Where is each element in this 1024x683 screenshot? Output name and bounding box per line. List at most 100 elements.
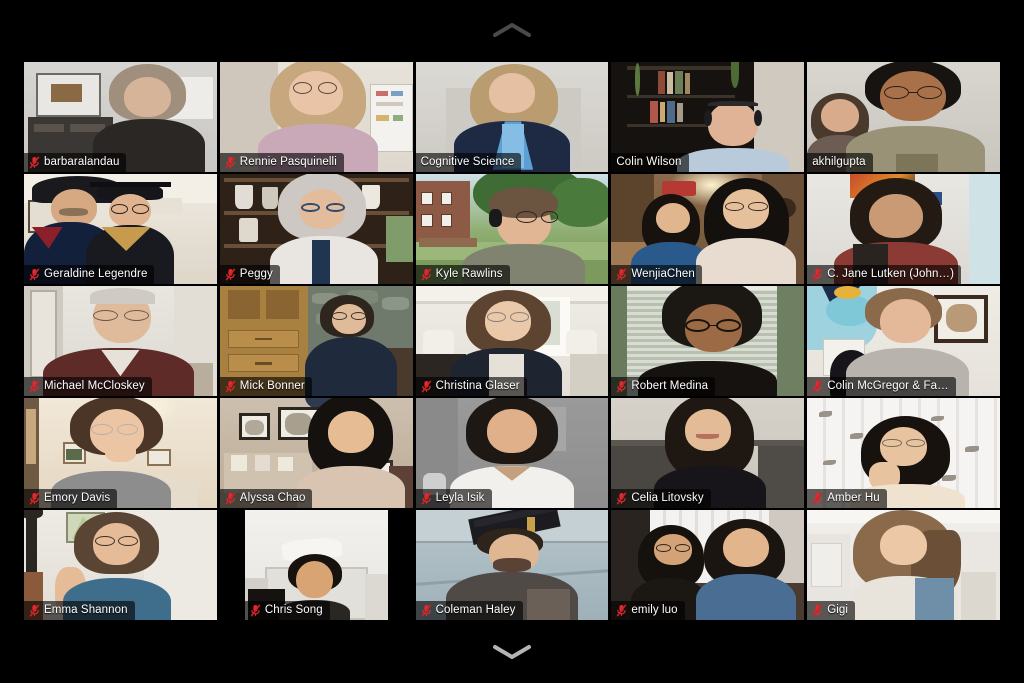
participant-name: Peggy	[239, 268, 273, 280]
muted-mic-icon	[250, 603, 261, 617]
muted-mic-icon	[29, 491, 40, 505]
participant-tile[interactable]: Alyssa Chao	[219, 398, 413, 508]
participant-tile[interactable]: Gigi	[807, 510, 1000, 620]
participant-tile[interactable]: Kyle Rawlins	[415, 174, 609, 284]
participant-name: Colin Wilson	[616, 156, 682, 168]
participant-grid: barbaralandau Rennie Pasquinelli Cognitive…	[24, 62, 1000, 620]
participant-tile[interactable]: Robert Medina	[611, 286, 805, 396]
muted-mic-icon	[225, 267, 236, 281]
participant-tile[interactable]: Geraldine Legendre	[24, 174, 217, 284]
participant-tile[interactable]: Christina Glaser	[415, 286, 609, 396]
participant-name-label: akhilgupta	[807, 153, 873, 172]
participant-tile[interactable]: Emory Davis	[24, 398, 217, 508]
participant-name-label: Leyla Isik	[415, 489, 492, 508]
participant-name-label: Celia Litovsky	[611, 489, 711, 508]
zoom-gallery-view: barbaralandau Rennie Pasquinelli Cognitive…	[0, 0, 1024, 683]
participant-name: Emma Shannon	[44, 604, 128, 616]
muted-mic-icon	[616, 267, 627, 281]
participant-name: Alyssa Chao	[239, 492, 306, 504]
participant-name: Chris Song	[264, 604, 323, 616]
participant-name-label: Peggy	[219, 265, 280, 284]
participant-tile[interactable]: Michael McCloskey	[24, 286, 217, 396]
muted-mic-icon	[616, 379, 627, 393]
participant-name-label: WenjiaChen	[611, 265, 702, 284]
participant-name: Robert Medina	[631, 380, 709, 392]
participant-name: WenjiaChen	[631, 268, 695, 280]
participant-name-label: Robert Medina	[611, 377, 716, 396]
participant-name: akhilgupta	[812, 156, 866, 168]
muted-mic-icon	[421, 267, 431, 281]
muted-mic-icon	[421, 491, 431, 505]
chevron-up-icon	[493, 23, 531, 37]
participant-name: Leyla Isik	[435, 492, 485, 504]
chevron-down-icon	[493, 645, 531, 659]
muted-mic-icon	[225, 379, 236, 393]
participant-name-label: Alyssa Chao	[219, 489, 313, 508]
muted-mic-icon	[29, 379, 40, 393]
participant-name-label: Kyle Rawlins	[415, 265, 510, 284]
muted-mic-icon	[812, 267, 823, 281]
participant-name-label: Colin Wilson	[611, 153, 689, 172]
muted-mic-icon	[225, 155, 236, 169]
participant-tile[interactable]: Rennie Pasquinelli	[219, 62, 413, 172]
participant-name-label: Chris Song	[244, 601, 330, 620]
participant-tile[interactable]: akhilgupta	[807, 62, 1000, 172]
participant-tile[interactable]: Colin Wilson	[611, 62, 805, 172]
participant-name: barbaralandau	[44, 156, 120, 168]
participant-name-label: Emma Shannon	[24, 601, 135, 620]
participant-name: Geraldine Legendre	[44, 268, 148, 280]
muted-mic-icon	[29, 603, 40, 617]
participant-tile[interactable]: Colin McGregor & Fa…	[807, 286, 1000, 396]
participant-name: Rennie Pasquinelli	[239, 156, 337, 168]
participant-name-label: Amber Hu	[807, 489, 887, 508]
participant-tile[interactable]: Chris Song	[219, 510, 413, 620]
muted-mic-icon	[29, 267, 40, 281]
participant-tile[interactable]: Coleman Haley	[415, 510, 609, 620]
participant-name: Michael McCloskey	[44, 380, 145, 392]
muted-mic-icon	[812, 603, 823, 617]
participant-tile[interactable]: C. Jane Lutken (John…)	[807, 174, 1000, 284]
muted-mic-icon	[812, 379, 823, 393]
next-page-button[interactable]	[0, 633, 1024, 671]
participant-name: Christina Glaser	[435, 380, 520, 392]
participant-name: Gigi	[827, 604, 849, 616]
muted-mic-icon	[812, 491, 823, 505]
participant-name-label: Colin McGregor & Fa…	[807, 377, 956, 396]
participant-tile[interactable]: Leyla Isik	[415, 398, 609, 508]
participant-name: Celia Litovsky	[631, 492, 704, 504]
participant-name-label: barbaralandau	[24, 153, 127, 172]
participant-name-label: C. Jane Lutken (John…)	[807, 265, 962, 284]
participant-name-label: Rennie Pasquinelli	[219, 153, 344, 172]
muted-mic-icon	[616, 603, 627, 617]
participant-tile[interactable]: Peggy	[219, 174, 413, 284]
participant-tile[interactable]: Celia Litovsky	[611, 398, 805, 508]
participant-name-label: Cognitive Science	[415, 153, 522, 172]
previous-page-button[interactable]	[0, 12, 1024, 48]
muted-mic-icon	[421, 379, 431, 393]
participant-name-label: Coleman Haley	[415, 601, 523, 620]
participant-name: C. Jane Lutken (John…)	[827, 268, 955, 280]
participant-name: Coleman Haley	[435, 604, 516, 616]
muted-mic-icon	[29, 155, 40, 169]
participant-name-label: Michael McCloskey	[24, 377, 152, 396]
participant-name: Amber Hu	[827, 492, 880, 504]
participant-tile[interactable]: WenjiaChen	[611, 174, 805, 284]
participant-name-label: Geraldine Legendre	[24, 265, 155, 284]
muted-mic-icon	[421, 603, 431, 617]
participant-name: Kyle Rawlins	[435, 268, 503, 280]
participant-tile[interactable]: Amber Hu	[807, 398, 1000, 508]
muted-mic-icon	[616, 491, 627, 505]
participant-name: Emory Davis	[44, 492, 111, 504]
participant-name: Colin McGregor & Fa…	[827, 380, 949, 392]
participant-tile[interactable]: emily luo	[611, 510, 805, 620]
participant-tile[interactable]: Emma Shannon	[24, 510, 217, 620]
participant-tile[interactable]: barbaralandau	[24, 62, 217, 172]
participant-tile[interactable]: Mick Bonner	[219, 286, 413, 396]
participant-name: emily luo	[631, 604, 678, 616]
participant-name-label: Gigi	[807, 601, 856, 620]
participant-tile[interactable]: Cognitive Science	[415, 62, 609, 172]
participant-name-label: emily luo	[611, 601, 685, 620]
participant-name: Cognitive Science	[420, 156, 515, 168]
participant-name-label: Emory Davis	[24, 489, 118, 508]
participant-name: Mick Bonner	[239, 380, 305, 392]
